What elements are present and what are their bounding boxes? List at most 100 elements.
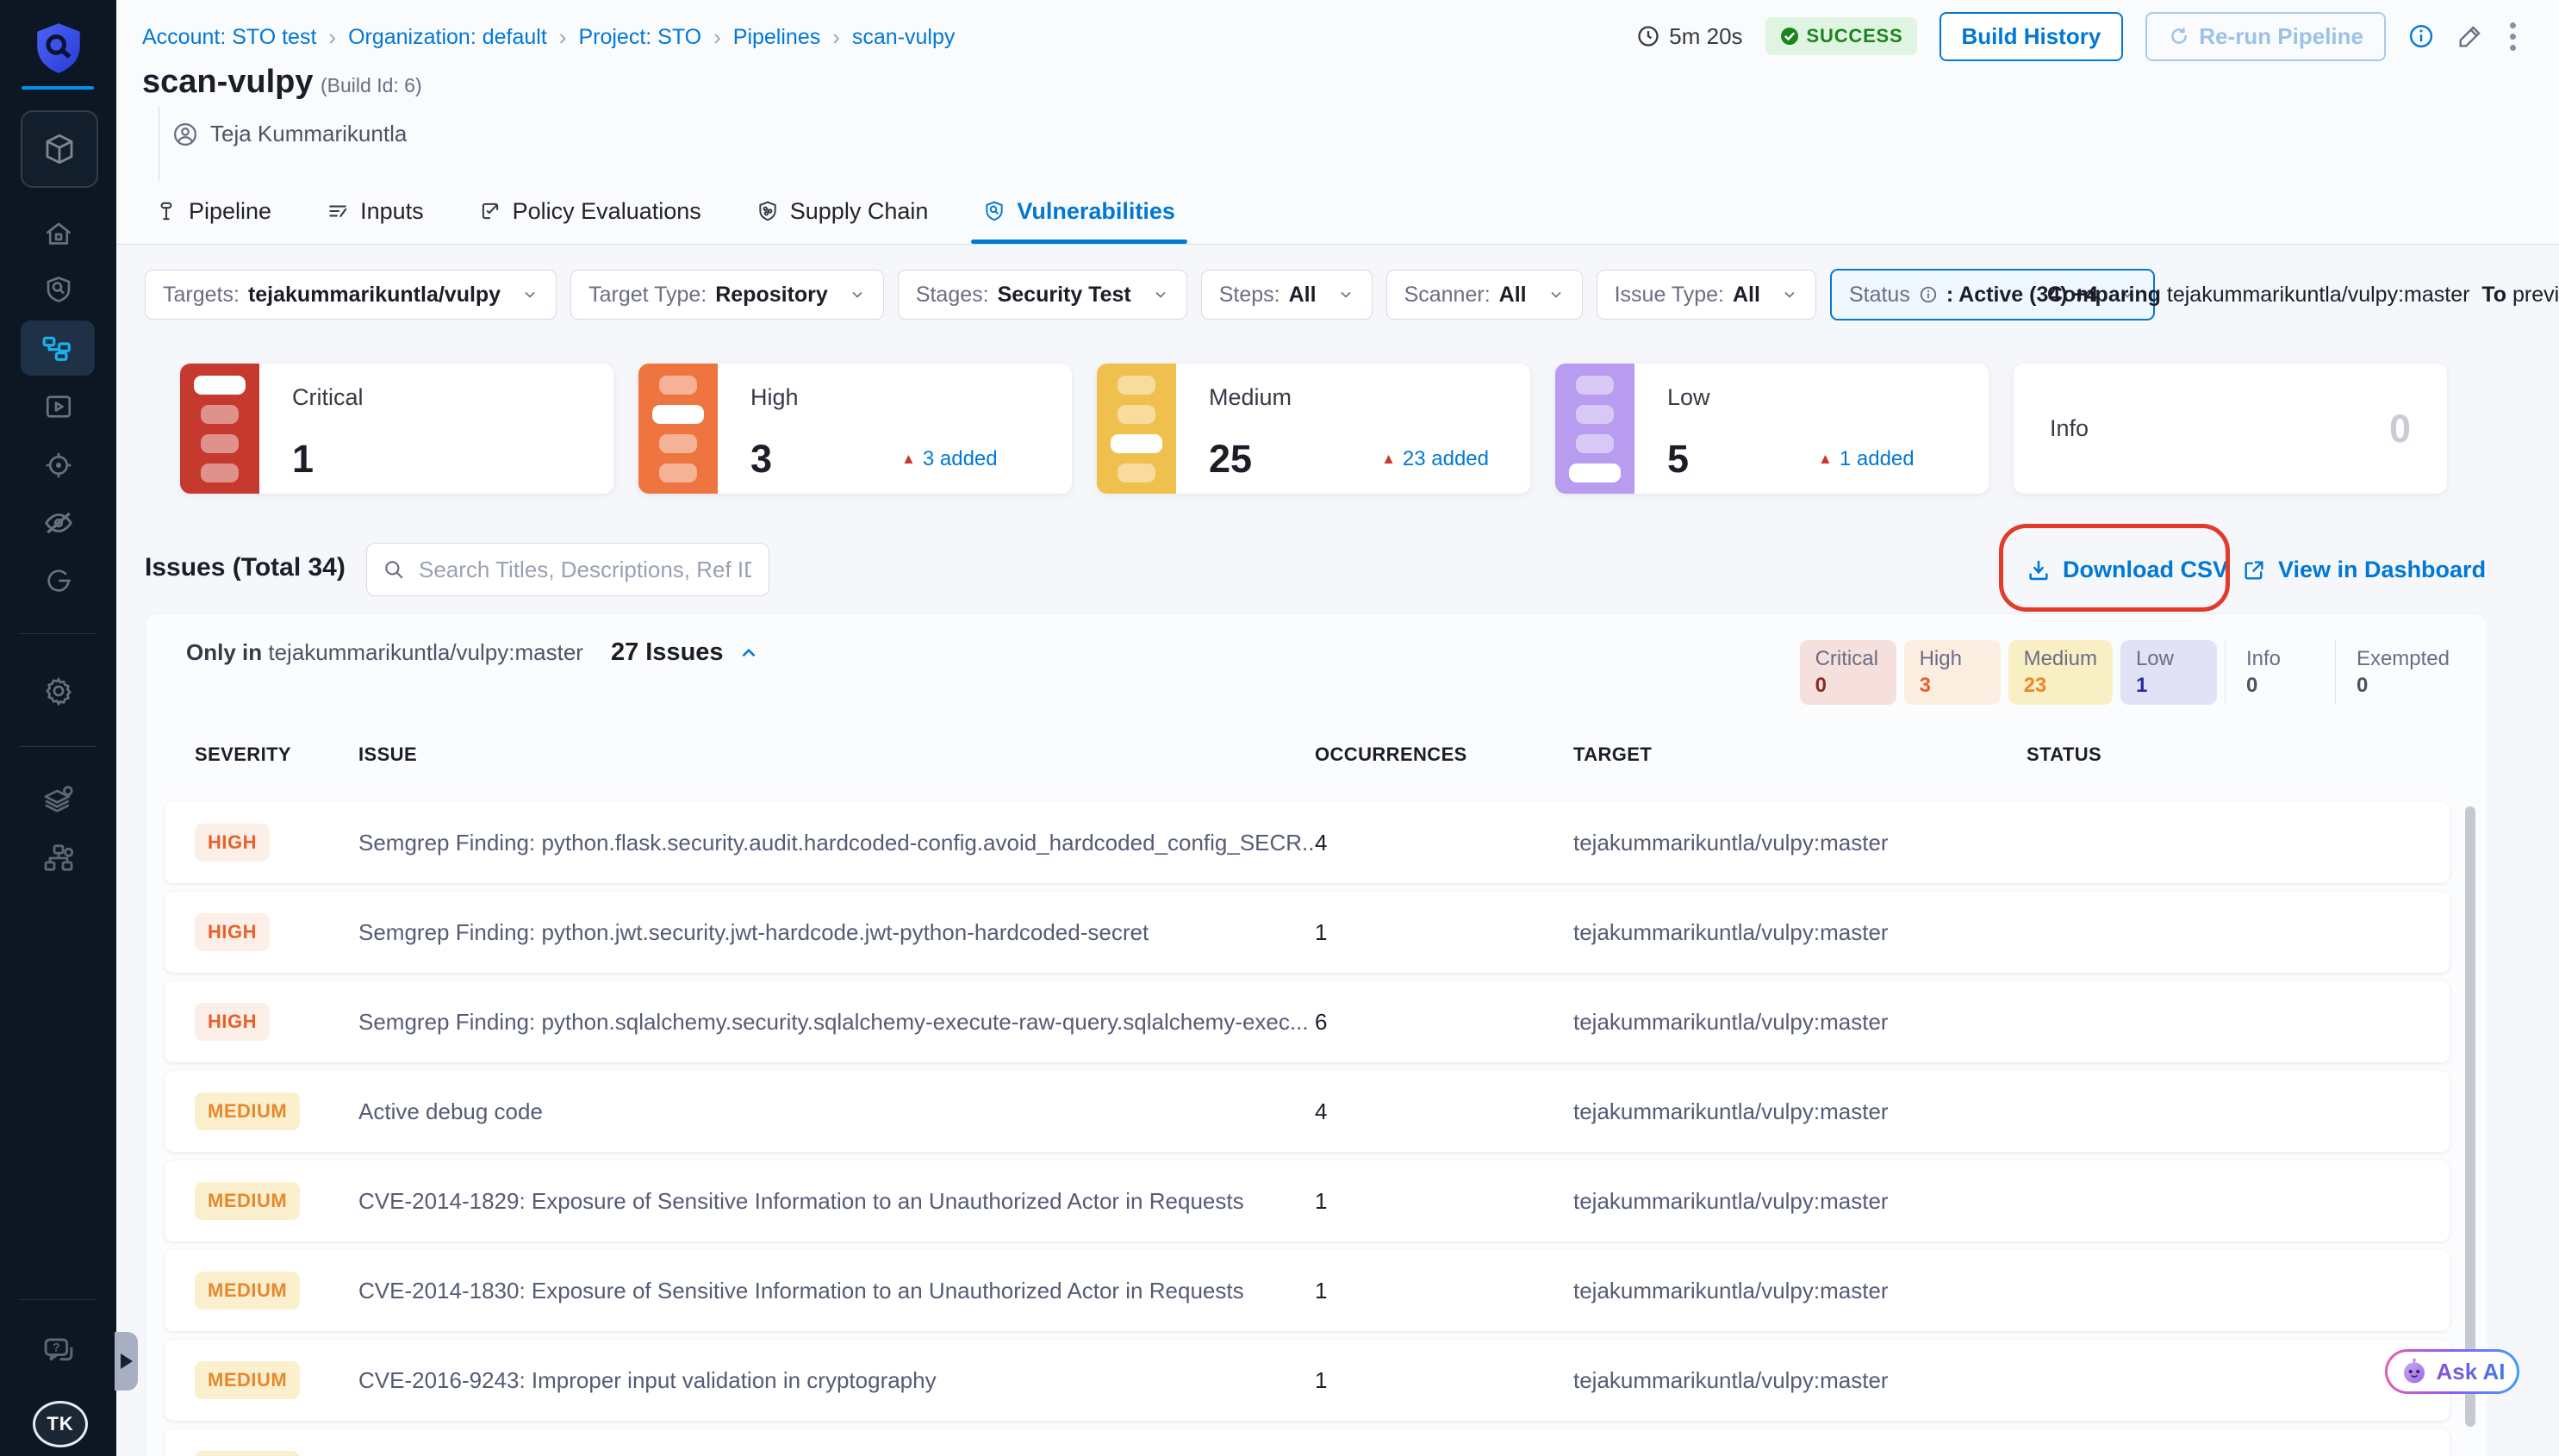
filter-scanner[interactable]: Scanner:All — [1386, 270, 1583, 320]
edit-pencil-icon[interactable] — [2456, 22, 2484, 50]
view-in-dashboard-button[interactable]: View in Dashboard — [2242, 557, 2486, 583]
severity-badge: HIGH — [195, 913, 270, 951]
module-cube-icon — [41, 131, 78, 167]
table-row[interactable]: MEDIUM CVE-2014-1829: Exposure of Sensit… — [165, 1160, 2450, 1241]
download-icon — [2027, 558, 2051, 582]
severity-card-high[interactable]: High 3 ▲3 added — [638, 364, 1072, 494]
severity-card-critical[interactable]: Critical 1 — [180, 364, 613, 494]
sidebar-item-org-settings[interactable] — [0, 837, 116, 879]
sidebar-item-eye-off[interactable] — [0, 506, 116, 540]
filter-targets[interactable]: Targets:tejakummarikuntla/vulpy — [145, 270, 557, 320]
sidebar-expand-handle[interactable] — [115, 1332, 138, 1391]
occurrences-count: 1 — [1315, 1278, 1573, 1304]
badge-medium: Medium23 — [2008, 640, 2113, 705]
download-csv-button[interactable]: Download CSV — [2027, 557, 2228, 583]
vertical-scrollbar[interactable] — [2465, 806, 2475, 1427]
sidebar-item-help-chat[interactable]: ? — [0, 1331, 116, 1372]
target-name: tejakummarikuntla/vulpy:master — [1573, 1367, 2027, 1394]
user-avatar[interactable]: TK — [33, 1401, 88, 1447]
severity-card-low[interactable]: Low 5 ▲1 added — [1555, 364, 1989, 494]
severity-badge: MEDIUM — [195, 1182, 300, 1220]
tab-inputs[interactable]: Inputs — [327, 183, 424, 240]
sidebar-item-project-settings[interactable] — [0, 779, 116, 820]
table-row[interactable]: MEDIUM CVE-2016-9243: Improper input val… — [165, 1340, 2450, 1421]
sidebar-item-pipelines-active[interactable] — [21, 320, 95, 376]
up-triangle-icon: ▲ — [1381, 451, 1396, 468]
occurrences-count: 1 — [1315, 919, 1573, 946]
card-label: Medium — [1209, 384, 1530, 411]
severity-card-info[interactable]: Info 0 — [2014, 364, 2447, 494]
issue-title[interactable]: Semgrep Finding: python.sqlalchemy.secur… — [358, 1009, 1315, 1036]
filter-stages[interactable]: Stages:Security Test — [898, 270, 1187, 320]
table-row[interactable]: HIGH Semgrep Finding: python.flask.secur… — [165, 802, 2450, 883]
tab-vulnerabilities[interactable]: Vulnerabilities — [983, 183, 1175, 240]
badge-high: High3 — [1904, 640, 2001, 705]
only-in-label: Only in — [186, 639, 262, 666]
rerun-pipeline-button[interactable]: Re-run Pipeline — [2145, 12, 2386, 61]
sidebar-item-targets[interactable] — [0, 448, 116, 482]
comparison-group-header[interactable]: Only in tejakummarikuntla/vulpy:master 2… — [186, 638, 760, 667]
sidebar-item-home[interactable] — [0, 217, 116, 252]
breadcrumb-pipeline-name[interactable]: scan-vulpy — [852, 25, 956, 50]
sidebar-divider — [19, 633, 97, 634]
up-triangle-icon: ▲ — [901, 451, 916, 468]
info-circle-icon[interactable] — [2408, 23, 2434, 49]
issue-title[interactable]: Semgrep Finding: python.flask.security.a… — [358, 830, 1315, 856]
target-name: tejakummarikuntla/vulpy:master — [1573, 1188, 2027, 1215]
clock-icon — [1636, 24, 1660, 48]
table-row[interactable]: MEDIUM Active debug code 4 tejakummariku… — [165, 1071, 2450, 1152]
sidebar-item-settings[interactable] — [0, 672, 116, 710]
sidebar-item-executions[interactable] — [0, 389, 116, 424]
tab-supply-chain[interactable]: Supply Chain — [756, 183, 929, 240]
issue-title[interactable]: Active debug code — [358, 1098, 1315, 1125]
card-count: 25 — [1209, 437, 1252, 482]
low-severity-bar-icon — [1555, 364, 1634, 494]
ask-ai-button[interactable]: Ask AI — [2385, 1349, 2519, 1394]
table-row[interactable]: MEDIUM CVE-2014-1830: Exposure of Sensit… — [165, 1250, 2450, 1331]
policy-check-icon — [479, 200, 501, 222]
breadcrumb-project[interactable]: Project: STO — [578, 25, 701, 50]
issue-title[interactable]: CVE-2016-9243: Improper input validation… — [358, 1367, 1315, 1394]
occurrences-count: 6 — [1315, 1009, 1573, 1036]
critical-severity-bar-icon — [180, 364, 259, 494]
refresh-icon — [2168, 25, 2190, 47]
sidebar-item-scans[interactable] — [0, 272, 116, 307]
tab-pipeline[interactable]: Pipeline — [155, 183, 271, 240]
filter-steps[interactable]: Steps:All — [1201, 270, 1373, 320]
sidebar-item-exit[interactable] — [0, 563, 116, 598]
filter-target-type[interactable]: Target Type:Repository — [570, 270, 884, 320]
severity-badge: MEDIUM — [195, 1272, 300, 1310]
issue-title[interactable]: CVE-2014-1829: Exposure of Sensitive Inf… — [358, 1188, 1315, 1215]
col-issue: ISSUE — [358, 744, 1315, 766]
build-id-label: (Build Id: 6) — [321, 74, 422, 97]
sto-shield-logo-icon[interactable] — [0, 16, 116, 81]
search-input[interactable] — [417, 556, 753, 584]
tab-bar: Pipeline Inputs Policy Evaluations Suppl… — [155, 183, 1175, 240]
breadcrumb-org[interactable]: Organization: default — [348, 25, 547, 50]
ask-ai-label: Ask AI — [2437, 1359, 2506, 1385]
kebab-menu-icon[interactable] — [2506, 19, 2519, 54]
breadcrumb-account[interactable]: Account: STO test — [142, 25, 316, 50]
issue-title[interactable]: Semgrep Finding: python.jwt.security.jwt… — [358, 919, 1315, 946]
table-row[interactable]: HIGH Semgrep Finding: python.jwt.securit… — [165, 892, 2450, 973]
comparing-summary: Comparing tejakummarikuntla/vulpy:master… — [2047, 283, 2559, 308]
issue-title[interactable]: CVE-2014-1830: Exposure of Sensitive Inf… — [358, 1278, 1315, 1304]
severity-badge: HIGH — [195, 824, 270, 862]
table-row[interactable]: HIGH Semgrep Finding: python.sqlalchemy.… — [165, 981, 2450, 1062]
check-circle-icon — [1779, 26, 1800, 47]
breadcrumb-pipelines[interactable]: Pipelines — [733, 25, 820, 50]
table-row-partial[interactable]: MEDIUM CVE-2017-11424: PyJWT ... 1 tejak… — [165, 1429, 2450, 1456]
expand-arrow-icon — [121, 1353, 133, 1369]
tab-policy-evaluations[interactable]: Policy Evaluations — [479, 183, 701, 240]
severity-card-medium[interactable]: Medium 25 ▲23 added — [1097, 364, 1530, 494]
ask-ai-bot-icon — [2400, 1357, 2429, 1386]
filter-issue-type[interactable]: Issue Type:All — [1597, 270, 1816, 320]
breadcrumb-separator: › — [713, 24, 721, 51]
card-label: High — [750, 384, 1072, 411]
chevron-up-icon[interactable] — [738, 642, 760, 664]
sidebar-divider — [19, 1299, 97, 1300]
build-history-button[interactable]: Build History — [1939, 12, 2124, 61]
breadcrumb-separator: › — [328, 24, 336, 51]
issues-search[interactable] — [366, 543, 769, 596]
module-selector-button[interactable] — [21, 110, 98, 188]
